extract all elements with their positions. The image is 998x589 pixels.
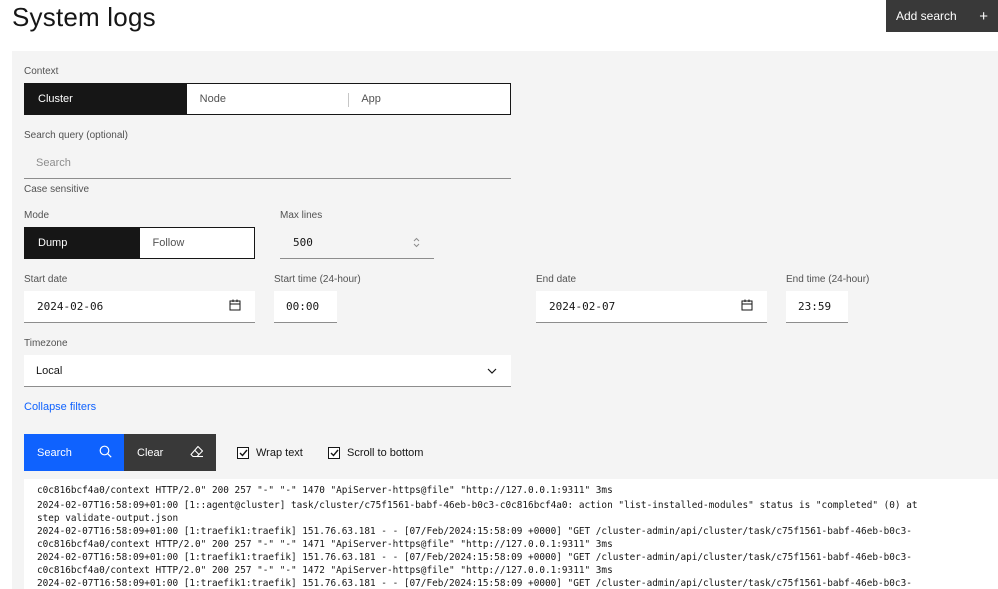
search-button[interactable]: Search [24, 434, 124, 471]
scroll-to-bottom-checkbox[interactable]: Scroll to bottom [328, 447, 423, 459]
mode-option-dump[interactable]: Dump [25, 228, 140, 258]
case-sensitive-label[interactable]: Case sensitive [24, 184, 89, 195]
search-input[interactable] [36, 156, 511, 169]
end-time-value: 23:59 [798, 300, 832, 313]
scroll-to-bottom-label: Scroll to bottom [347, 447, 424, 459]
context-option-cluster[interactable]: Cluster [25, 84, 187, 114]
log-line: step validate-output.json [37, 513, 179, 524]
log-line: c0c816bcf4a0/context HTTP/2.0" 200 257 "… [37, 539, 613, 550]
start-time-input[interactable]: 00:00 [274, 291, 337, 323]
mode-label: Mode [24, 210, 50, 221]
timezone-select[interactable]: Local [24, 355, 511, 387]
start-date-input[interactable]: 2024-02-06 [24, 291, 255, 323]
start-time-value: 00:00 [286, 300, 320, 313]
wrap-text-checkbox[interactable]: Wrap text [237, 447, 303, 459]
end-date-input[interactable]: 2024-02-07 [536, 291, 767, 323]
end-date-label: End date [536, 274, 577, 285]
chevron-down-icon [487, 365, 497, 377]
eraser-icon [190, 445, 204, 461]
context-switcher: Cluster Node App [24, 83, 511, 115]
search-button-label: Search [37, 446, 72, 459]
page-title: System logs [12, 2, 156, 32]
context-option-node[interactable]: Node [187, 84, 349, 114]
clear-button[interactable]: Clear [124, 434, 216, 471]
start-time-label: Start time (24-hour) [274, 274, 361, 285]
mode-option-follow[interactable]: Follow [140, 228, 255, 258]
log-line: c0c816bcf4a0/context HTTP/2.0" 200 257 "… [37, 565, 613, 576]
add-search-button[interactable]: Add search + [886, 0, 998, 32]
log-line: 2024-02-07T16:58:09+01:00 [1:traefik1:tr… [37, 552, 912, 563]
search-query-label: Search query (optional) [24, 130, 128, 141]
end-time-label: End time (24-hour) [786, 274, 870, 285]
plus-icon: + [979, 7, 988, 25]
add-search-label: Add search [896, 9, 957, 23]
log-line: 2024-02-07T16:58:09+01:00 [1:traefik1:tr… [37, 526, 912, 537]
log-line: 2024-02-07T16:58:09+01:00 [1:traefik1:tr… [37, 578, 912, 589]
context-label: Context [24, 66, 59, 77]
max-lines-input[interactable]: 500 [280, 227, 434, 259]
search-icon [99, 445, 112, 461]
log-line: c0c816bcf4a0/context HTTP/2.0" 200 257 "… [37, 485, 613, 496]
calendar-icon[interactable] [741, 299, 753, 314]
max-lines-label: Max lines [280, 210, 323, 221]
wrap-text-label: Wrap text [256, 447, 303, 459]
context-option-app[interactable]: App [348, 84, 510, 114]
log-output[interactable]: c0c816bcf4a0/context HTTP/2.0" 200 257 "… [24, 479, 998, 589]
checkmark-icon [237, 447, 249, 459]
max-lines-value: 500 [293, 236, 313, 249]
end-date-value: 2024-02-07 [549, 300, 616, 313]
calendar-icon[interactable] [229, 299, 241, 314]
search-query-field [24, 147, 511, 179]
clear-button-label: Clear [137, 446, 164, 459]
start-date-value: 2024-02-06 [37, 300, 104, 313]
number-stepper-icon[interactable] [413, 237, 420, 248]
end-time-input[interactable]: 23:59 [786, 291, 848, 323]
log-line: 2024-02-07T16:58:09+01:00 [1::agent@clus… [37, 500, 918, 511]
timezone-value: Local [36, 364, 63, 377]
mode-switcher: Dump Follow [24, 227, 255, 259]
timezone-label: Timezone [24, 338, 68, 349]
checkmark-icon [328, 447, 340, 459]
collapse-filters-link[interactable]: Collapse filters [24, 401, 96, 413]
start-date-label: Start date [24, 274, 68, 285]
